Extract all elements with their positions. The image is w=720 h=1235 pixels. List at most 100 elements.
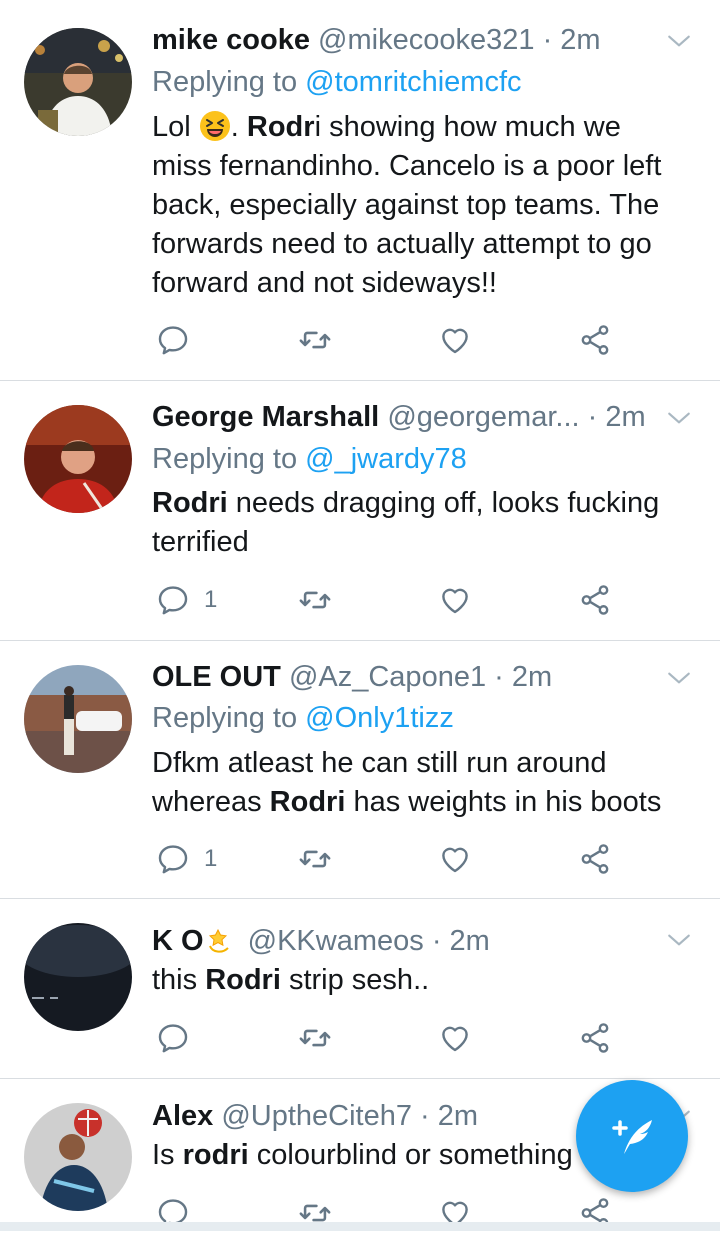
retweet-button[interactable] [298, 837, 332, 881]
share-button[interactable] [578, 837, 612, 881]
like-icon [438, 323, 472, 357]
highlighted-keyword: Rodri [269, 786, 346, 818]
retweet-icon [298, 583, 332, 617]
display-name[interactable]: George Marshall [152, 401, 379, 433]
share-button[interactable] [578, 318, 612, 362]
retweet-button[interactable] [298, 318, 332, 362]
retweet-button[interactable] [298, 578, 332, 622]
tweet-actions: 1 [152, 837, 632, 881]
tweet-text-part: . [230, 111, 247, 143]
chevron-down-icon[interactable] [666, 665, 692, 691]
tweet-header: George Marshall @georgemar... · 2m [152, 397, 680, 437]
reply-icon [156, 1021, 190, 1055]
avatar[interactable] [24, 405, 132, 513]
display-name[interactable]: Alex [152, 1100, 213, 1132]
tweet-actions [152, 1016, 632, 1060]
tweet-text-part: Lol [152, 111, 199, 143]
like-button[interactable] [438, 318, 472, 362]
tweet[interactable]: OLE OUT @Az_Capone1 · 2m Replying to @On… [0, 641, 720, 898]
chevron-down-icon[interactable] [666, 405, 692, 431]
tweet-header: OLE OUT @Az_Capone1 · 2m [152, 657, 680, 697]
reply-icon [156, 842, 190, 876]
like-button[interactable] [438, 578, 472, 622]
replying-to: Replying to @tomritchiemcfc [152, 62, 522, 102]
replying-to-link[interactable]: @_jwardy78 [305, 443, 467, 475]
display-name[interactable]: K O [152, 925, 204, 957]
replying-to: Replying to @Only1tizz [152, 698, 454, 738]
compose-tweet-icon [612, 1120, 652, 1154]
tweet-text-part: has weights in his boots [345, 786, 662, 818]
tweet-text-part: Is [152, 1139, 183, 1171]
retweet-icon [298, 323, 332, 357]
user-handle[interactable]: @KKwameos [248, 925, 424, 957]
share-icon [578, 842, 612, 876]
tweet-actions [152, 318, 632, 362]
share-button[interactable] [578, 1016, 612, 1060]
separator-dot: · [587, 401, 598, 433]
tweet-text-part: this [152, 964, 206, 996]
timestamp[interactable]: 2m [512, 661, 552, 693]
replying-to-label: Replying to [152, 702, 306, 734]
replying-to: Replying to @_jwardy78 [152, 439, 467, 479]
tweet-text: this Rodri strip sesh.. [152, 961, 680, 1000]
tweet-text: Dfkm atleast he can still run around whe… [152, 744, 680, 822]
user-handle[interactable]: @georgemar... [387, 401, 579, 433]
reply-count: 1 [204, 586, 218, 613]
tweet[interactable]: mike cooke @mikecooke321 · 2m Replying t… [0, 0, 720, 380]
reply-button[interactable]: 1 [156, 837, 217, 881]
dizzy-star-emoji-icon [208, 928, 229, 953]
reply-button[interactable] [156, 318, 204, 362]
reply-button[interactable] [156, 1016, 204, 1060]
highlighted-keyword: Rodri [205, 964, 281, 996]
tweet-text-part: strip sesh.. [280, 964, 430, 996]
like-button[interactable] [438, 837, 472, 881]
reply-icon [156, 323, 190, 357]
share-icon [578, 583, 612, 617]
tweet-text: Rodri needs dragging off, looks fucking … [152, 484, 680, 562]
user-handle[interactable]: @UptheCiteh7 [221, 1100, 412, 1132]
share-button[interactable] [578, 578, 612, 622]
highlighted-keyword: rodri [182, 1139, 249, 1171]
separator-dot: · [420, 1100, 430, 1132]
retweet-icon [298, 1021, 332, 1055]
replying-to-link[interactable]: @Only1tizz [305, 702, 454, 734]
chevron-down-icon[interactable] [666, 927, 692, 953]
retweet-button[interactable] [298, 1016, 332, 1060]
display-name[interactable]: mike cooke [152, 24, 310, 56]
tweet[interactable]: K O @KKwameos · 2m this Rodri strip sesh… [0, 899, 720, 1078]
avatar[interactable] [24, 1103, 132, 1211]
timestamp[interactable]: 2m [560, 24, 600, 56]
highlighted-keyword: Rodr [246, 111, 315, 143]
like-icon [438, 583, 472, 617]
timestamp[interactable]: 2m [438, 1100, 478, 1132]
user-handle[interactable]: @mikecooke321 [318, 24, 534, 56]
retweet-icon [298, 842, 332, 876]
tweet-header: K O @KKwameos · 2m [152, 921, 680, 961]
tweet-text-part: needs dragging off, looks fucking terrif… [152, 487, 660, 558]
separator-dot: · [431, 925, 442, 957]
highlighted-keyword: Rodri [152, 487, 228, 519]
separator-dot: · [542, 24, 553, 56]
tweet[interactable]: George Marshall @georgemar... · 2m Reply… [0, 381, 720, 640]
separator-dot: · [494, 661, 504, 693]
tweet-actions: 1 [152, 578, 632, 622]
like-icon [438, 1021, 472, 1055]
avatar[interactable] [24, 665, 132, 773]
tweet-text-part: colourblind or something [248, 1139, 573, 1171]
bottom-edge [0, 1222, 720, 1231]
reply-button[interactable]: 1 [156, 578, 217, 622]
timestamp[interactable]: 2m [450, 925, 490, 957]
replying-to-link[interactable]: @tomritchiemcfc [305, 66, 521, 98]
timestamp[interactable]: 2m [605, 401, 645, 433]
compose-tweet-button[interactable] [576, 1080, 688, 1192]
tweet-text: Lol . Rodri showing how much we miss fer… [152, 108, 680, 303]
like-button[interactable] [438, 1016, 472, 1060]
replying-to-label: Replying to [152, 66, 306, 98]
user-handle[interactable]: @Az_Capone1 [289, 661, 486, 693]
display-name[interactable]: OLE OUT [152, 661, 281, 693]
share-icon [578, 1021, 612, 1055]
avatar[interactable] [24, 28, 132, 136]
share-icon [578, 323, 612, 357]
chevron-down-icon[interactable] [666, 28, 692, 54]
avatar[interactable] [24, 923, 132, 1031]
